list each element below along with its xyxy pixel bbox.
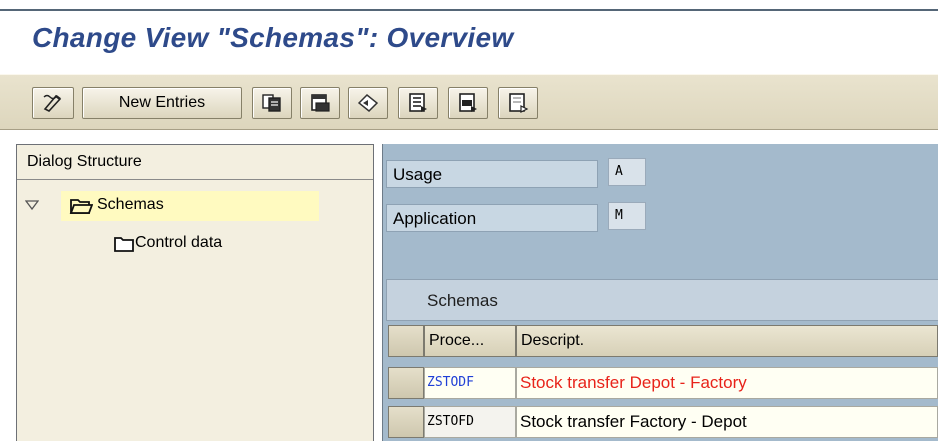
new-entries-button[interactable]: New Entries (82, 87, 242, 119)
folder-icon (113, 234, 135, 259)
copy-icon (261, 92, 283, 114)
delete-button[interactable] (300, 87, 340, 119)
expand-triangle-icon[interactable] (24, 198, 40, 216)
table-title: Schemas (427, 291, 498, 310)
table-title-bar: Schemas (386, 279, 938, 321)
delete-icon (309, 92, 331, 114)
select-all-rows-button[interactable] (388, 325, 424, 357)
application-toolbar: New Entries (0, 74, 938, 130)
dialog-structure-header: Dialog Structure (17, 145, 373, 180)
column-header-procedure[interactable]: Proce... (424, 325, 516, 357)
application-field[interactable]: M (608, 202, 646, 230)
copy-as-button[interactable] (252, 87, 292, 119)
dialog-structure-panel: Dialog Structure Schemas Control data (16, 144, 374, 441)
undo-icon (356, 92, 380, 114)
tree-item-label: Schemas (97, 196, 164, 213)
row-selector[interactable] (388, 406, 424, 438)
page-title: Change View "Schemas": Overview (32, 22, 514, 53)
select-block-icon (457, 92, 479, 114)
tree-item-control-data[interactable]: Control data (17, 229, 373, 259)
select-all-icon (407, 92, 429, 114)
undo-change-button[interactable] (348, 87, 388, 119)
select-all-button[interactable] (398, 87, 438, 119)
deselect-all-button[interactable] (498, 87, 538, 119)
description-cell[interactable]: Stock transfer Factory - Depot (516, 406, 938, 438)
top-rule (0, 9, 938, 11)
application-label: Application (386, 204, 598, 232)
dialog-structure-title: Dialog Structure (27, 153, 142, 170)
procedure-cell[interactable]: ZSTODF (424, 367, 516, 399)
usage-label: Usage (386, 160, 598, 188)
usage-field[interactable]: A (608, 158, 646, 186)
change-display-icon (41, 92, 65, 114)
tree-item-schemas[interactable]: Schemas (17, 191, 373, 221)
description-cell[interactable]: Stock transfer Depot - Factory (516, 367, 938, 399)
select-block-button[interactable] (448, 87, 488, 119)
display-change-button[interactable] (32, 87, 74, 119)
deselect-all-icon (507, 92, 529, 114)
tree-item-label: Control data (135, 234, 223, 251)
column-header-description[interactable]: Descript. (516, 325, 938, 357)
procedure-cell[interactable]: ZSTOFD (424, 406, 516, 438)
new-entries-label: New Entries (118, 94, 206, 111)
row-selector[interactable] (388, 367, 424, 399)
open-folder-icon (69, 196, 94, 221)
top-border (0, 0, 938, 14)
